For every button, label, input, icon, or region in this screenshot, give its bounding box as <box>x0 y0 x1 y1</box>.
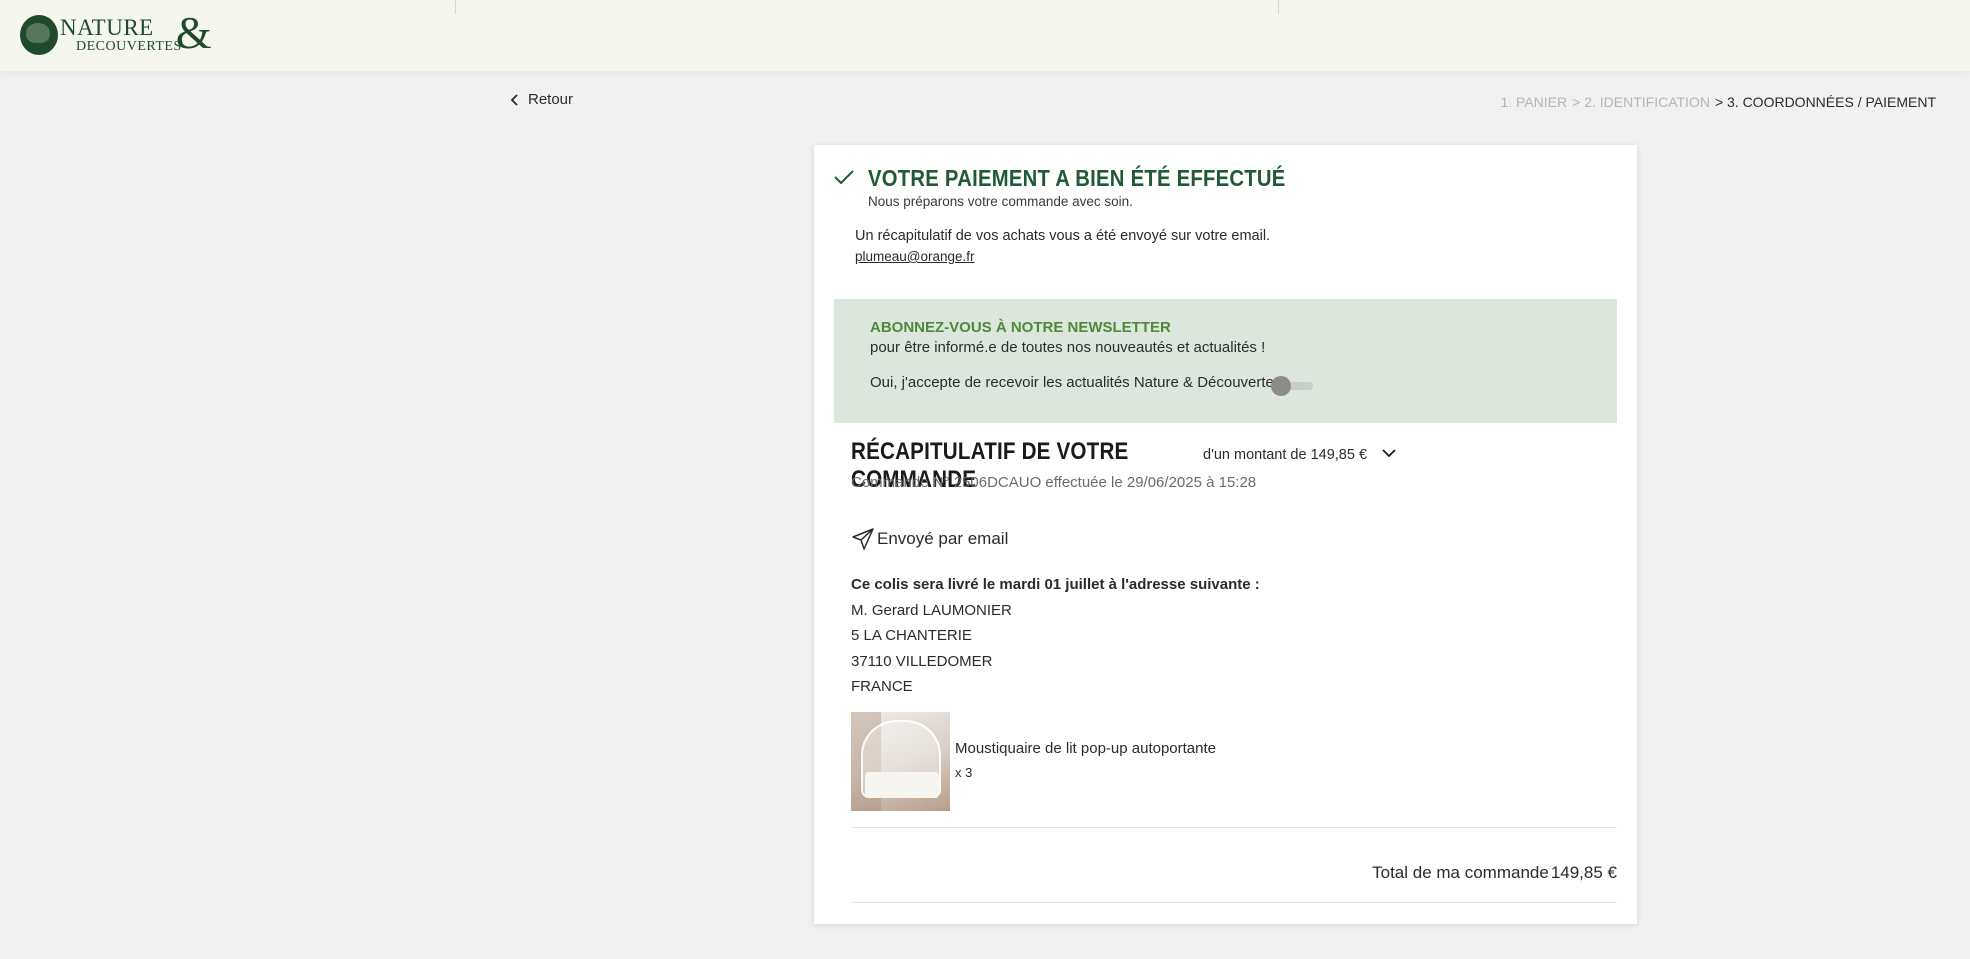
product-name: Moustiquaire de lit pop-up autoportante <box>955 740 1217 757</box>
newsletter-toggle[interactable] <box>1271 375 1313 397</box>
newsletter-panel: ABONNEZ-VOUS À NOTRE NEWSLETTER pour êtr… <box>834 299 1617 423</box>
logo-wordmark-bottom: DECOUVERTES <box>76 38 182 54</box>
order-total-value: 149,85 € <box>1550 863 1617 882</box>
step-cart: 1. PANIER <box>1500 94 1568 110</box>
shipping-method-label: Envoyé par email <box>877 529 1009 548</box>
header-decoration <box>455 0 456 14</box>
shipping-method: Envoyé par email <box>851 527 1008 551</box>
logo-ampersand: & <box>175 7 212 58</box>
order-item: Moustiquaire de lit pop-up autoportante … <box>851 712 1216 811</box>
order-total-label: Total de ma commande <box>1372 863 1549 882</box>
newsletter-title: ABONNEZ-VOUS À NOTRE NEWSLETTER <box>870 319 1171 336</box>
divider <box>851 902 1617 903</box>
chevron-left-icon <box>510 93 518 106</box>
back-link[interactable]: Retour <box>508 91 573 108</box>
step-identification: > 2. IDENTIFICATION <box>1572 94 1710 110</box>
step-payment: > 3. COORDONNÉES / PAIEMENT <box>1714 94 1936 110</box>
delivery-date-lead: Ce colis sera livré le mardi 01 juillet … <box>851 576 1260 593</box>
payment-success-subtitle: Nous préparons votre commande avec soin. <box>868 194 1133 209</box>
payment-success-header: VOTRE PAIEMENT A BIEN ÉTÉ EFFECTUÉ <box>834 165 1343 192</box>
back-label: Retour <box>528 91 574 108</box>
header-decoration <box>1278 0 1279 14</box>
address-city: 37110 VILLEDOMER <box>851 652 993 670</box>
recap-email-note: Un récapitulatif de vos achats vous a ét… <box>855 228 1271 244</box>
order-total: Total de ma commande 149,85 € <box>1372 863 1617 883</box>
delivery-address: Ce colis sera livré le mardi 01 juillet … <box>851 572 1260 700</box>
check-icon <box>834 170 854 185</box>
checkout-steps: 1. PANIER > 2. IDENTIFICATION > 3. COORD… <box>1500 94 1936 110</box>
address-name: M. Gerard LAUMONIER <box>851 601 1012 619</box>
order-confirmation-card: VOTRE PAIEMENT A BIEN ÉTÉ EFFECTUÉ Nous … <box>814 145 1637 924</box>
product-quantity: x 3 <box>955 765 973 780</box>
toggle-knob <box>1271 376 1291 396</box>
address-line1: 5 LA CHANTERIE <box>851 627 972 644</box>
address-country: FRANCE <box>851 678 913 695</box>
newsletter-consent-label: Oui, j'accepte de recevoir les actualité… <box>870 374 1282 391</box>
globe-icon <box>20 14 58 55</box>
logo-wordmark-top: NATURE <box>60 14 154 40</box>
payment-success-title: VOTRE PAIEMENT A BIEN ÉTÉ EFFECTUÉ <box>868 165 1286 191</box>
brand-logo[interactable]: NATURE DECOUVERTES & <box>20 7 212 59</box>
divider <box>851 827 1617 828</box>
customer-email-link[interactable]: plumeau@orange.fr <box>855 249 975 264</box>
newsletter-subtitle: pour être informé.e de toutes nos nouvea… <box>870 339 1266 356</box>
chevron-down-icon[interactable] <box>1381 447 1397 459</box>
product-thumbnail <box>851 712 950 811</box>
order-number-date: Commande N° 2506DCAUO effectuée le 29/06… <box>851 474 1257 491</box>
order-amount: d'un montant de 149,85 € <box>1203 447 1368 463</box>
site-header: NATURE DECOUVERTES & <box>0 0 1970 72</box>
paper-plane-icon <box>852 528 874 550</box>
